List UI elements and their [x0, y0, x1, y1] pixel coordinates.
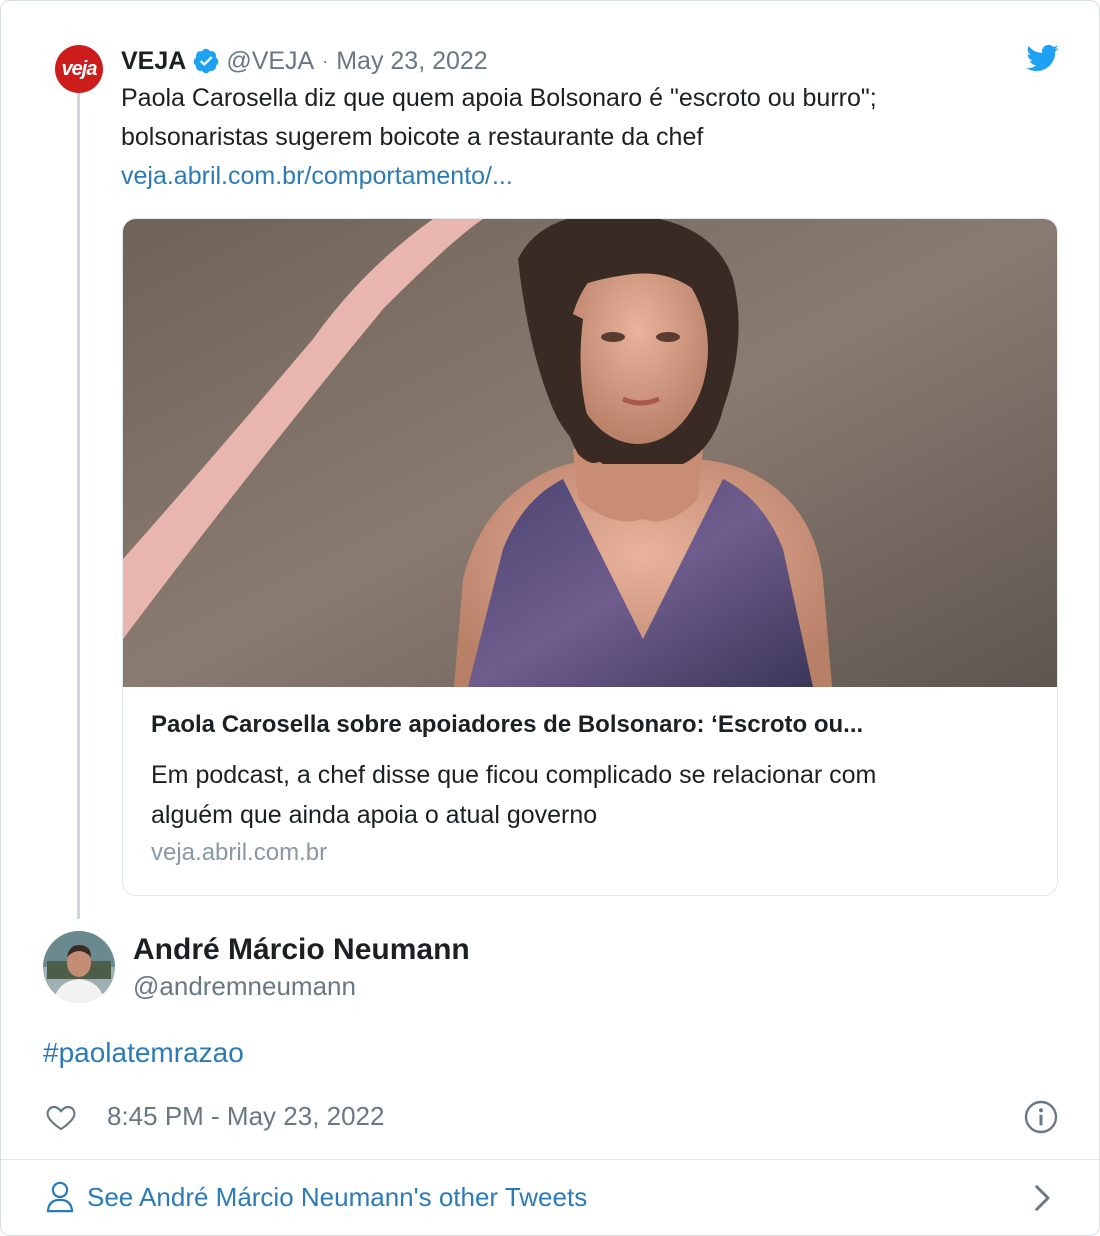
quoted-text-line-2: bolsonaristas sugerem boicote a restaura… — [121, 123, 704, 151]
article-photo — [123, 219, 1057, 687]
veja-logo-text: veja — [61, 57, 98, 80]
separator-dot: · — [322, 50, 329, 71]
quoted-tweet-text: Paola Carosella diz que quem apoia Bolso… — [121, 79, 1021, 196]
quoted-tweet-header: VEJA @VEJA · May 23, 2022 — [121, 41, 488, 81]
article-domain: veja.abril.com.br — [151, 839, 328, 866]
quoted-article-link[interactable]: veja.abril.com.br/comportamento/... — [121, 157, 1021, 196]
heart-icon[interactable] — [45, 1101, 77, 1133]
article-desc-line-1: Em podcast, a chef disse que ficou compl… — [151, 761, 877, 789]
person-icon — [46, 1181, 74, 1213]
veja-avatar-logo[interactable]: veja — [55, 45, 103, 93]
hashtag-link[interactable]: #paolatemrazao — [43, 1037, 244, 1069]
thread-line — [77, 89, 80, 919]
quoted-author-handle[interactable]: @VEJA — [226, 47, 314, 76]
article-description: Em podcast, a chef disse que ficou compl… — [151, 755, 1031, 835]
verified-icon — [194, 48, 219, 74]
quoted-tweet-date[interactable]: May 23, 2022 — [336, 47, 488, 76]
link-preview-card[interactable]: Paola Carosella sobre apoiadores de Bols… — [122, 218, 1058, 896]
article-desc-line-2: alguém que ainda apoia o atual governo — [151, 801, 598, 829]
footer-divider — [1, 1159, 1099, 1160]
author-name[interactable]: André Márcio Neumann — [133, 933, 470, 967]
see-other-tweets-link[interactable]: See André Márcio Neumann's other Tweets — [45, 1177, 587, 1217]
author-avatar[interactable] — [43, 931, 115, 1003]
info-icon[interactable] — [1023, 1099, 1059, 1135]
author-handle[interactable]: @andremneumann — [133, 971, 356, 1002]
article-title[interactable]: Paola Carosella sobre apoiadores de Bols… — [151, 711, 1031, 739]
see-other-tweets-label: See André Márcio Neumann's other Tweets — [87, 1181, 588, 1212]
embedded-tweet: veja VEJA @VEJA · May 23, 2022 Paola Car… — [0, 0, 1100, 1236]
twitter-bird-icon[interactable] — [1025, 41, 1059, 75]
quoted-text-line-1: Paola Carosella diz que quem apoia Bolso… — [121, 84, 877, 112]
tweet-timestamp[interactable]: 8:45 PM - May 23, 2022 — [107, 1101, 384, 1132]
chevron-right-icon[interactable] — [1031, 1183, 1055, 1213]
quoted-author-name[interactable]: VEJA — [121, 47, 186, 76]
